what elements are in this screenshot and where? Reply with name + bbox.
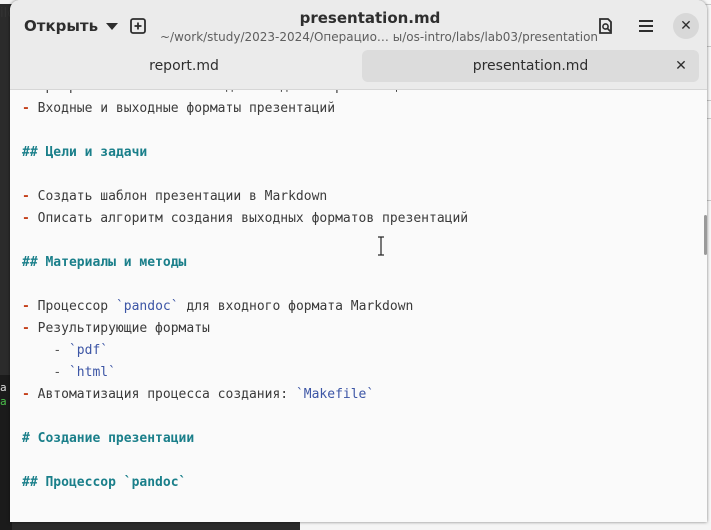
editor-line: - Автоматизация процесса создания: `Make… <box>22 384 374 406</box>
background-window-bottom <box>300 522 711 530</box>
editor-line: ## Цели и задачи <box>22 142 147 164</box>
close-icon: ✕ <box>680 18 692 34</box>
markdown-heading: # Создание презентации <box>22 431 195 446</box>
editor-line: - Входные и выходные форматы презентаций <box>22 98 335 120</box>
bullet-marker: - <box>22 387 38 402</box>
new-tab-button[interactable] <box>122 10 154 42</box>
sub-bullet-marker: - <box>53 365 69 380</box>
hamburger-menu-icon <box>639 20 653 32</box>
inline-code: `pandoc` <box>115 299 179 314</box>
tab-label: report.md <box>149 58 219 74</box>
editor-line: - `html` <box>22 362 116 384</box>
editor-line: - `pdf` <box>22 340 108 362</box>
window-title-area: presentation.md ~/work/study/2023-2024/О… <box>160 9 599 44</box>
search-document-button[interactable] <box>590 10 622 42</box>
window-close-button[interactable]: ✕ <box>673 13 699 39</box>
line-text: Результирующие форматы <box>37 321 210 336</box>
editor-line: Программное обеспечение для создания пре… <box>22 90 414 98</box>
text-cursor-icon <box>378 236 384 256</box>
editor-line: ## Процессор `pandoc` <box>22 472 186 494</box>
inline-code: `Makefile` <box>295 387 375 402</box>
line-text: Создать шаблон презентации в Markdown <box>37 189 328 204</box>
file-path: ~/work/study/2023-2024/Операцио… ы/os-in… <box>160 30 599 44</box>
editor-line: - Создать шаблон презентации в Markdown <box>22 186 327 208</box>
window-title: presentation.md <box>299 9 441 27</box>
background-terminal-text: a <box>0 381 7 394</box>
editor-line: - Описать алгоритм создания выходных фор… <box>22 208 468 230</box>
open-button-label: Открыть <box>24 17 99 35</box>
vertical-scrollbar[interactable] <box>704 215 707 255</box>
line-text: для входного формата Markdown <box>178 299 414 314</box>
tab-report[interactable]: report.md <box>10 50 358 82</box>
line-text: Процессор <box>37 299 116 314</box>
bullet-marker: - <box>22 299 38 314</box>
line-text: Входные и выходные форматы презентаций <box>37 101 336 116</box>
editor-line: ## Материалы и методы <box>22 252 186 274</box>
text-editor-area[interactable]: Программное обеспечение для создания пре… <box>10 90 707 522</box>
tab-bar: report.md presentation.md ✕ <box>10 48 707 84</box>
tab-presentation[interactable]: presentation.md ✕ <box>362 50 699 82</box>
editor-line: - Результирующие форматы <box>22 318 210 340</box>
line-text: Автоматизация процесса создания: <box>37 387 296 402</box>
inline-code: `pdf` <box>68 343 109 358</box>
tab-close-icon[interactable]: ✕ <box>671 56 691 76</box>
sub-bullet-marker: - <box>53 343 69 358</box>
editor-line: - Процессор `pandoc` для входного формат… <box>22 296 413 318</box>
bullet-marker: - <box>22 101 38 116</box>
editor-line: # Создание презентации <box>22 428 194 450</box>
header-bar: Открыть presentation.md ~/work/study/202… <box>10 0 707 90</box>
inline-code: `html` <box>68 365 116 380</box>
new-tab-icon <box>130 18 146 34</box>
markdown-heading: ## Процессор `pandoc` <box>22 475 187 490</box>
text-editor-window: Открыть presentation.md ~/work/study/202… <box>10 0 707 522</box>
background-terminal-text-green: a <box>0 395 7 408</box>
chevron-down-icon <box>106 22 119 30</box>
line-text: Описать алгоритм создания выходных форма… <box>37 211 469 226</box>
markdown-heading: ## Цели и задачи <box>22 145 148 160</box>
bullet-marker: - <box>22 189 38 204</box>
search-document-icon <box>599 18 612 34</box>
markdown-heading: ## Материалы и методы <box>22 255 187 270</box>
tab-label: presentation.md <box>472 58 589 74</box>
bullet-marker: - <box>22 211 38 226</box>
bullet-marker: - <box>22 321 38 336</box>
line-text: Программное обеспечение для создания пре… <box>38 90 414 94</box>
main-menu-button[interactable] <box>630 10 662 42</box>
open-button[interactable]: Открыть <box>18 10 119 42</box>
